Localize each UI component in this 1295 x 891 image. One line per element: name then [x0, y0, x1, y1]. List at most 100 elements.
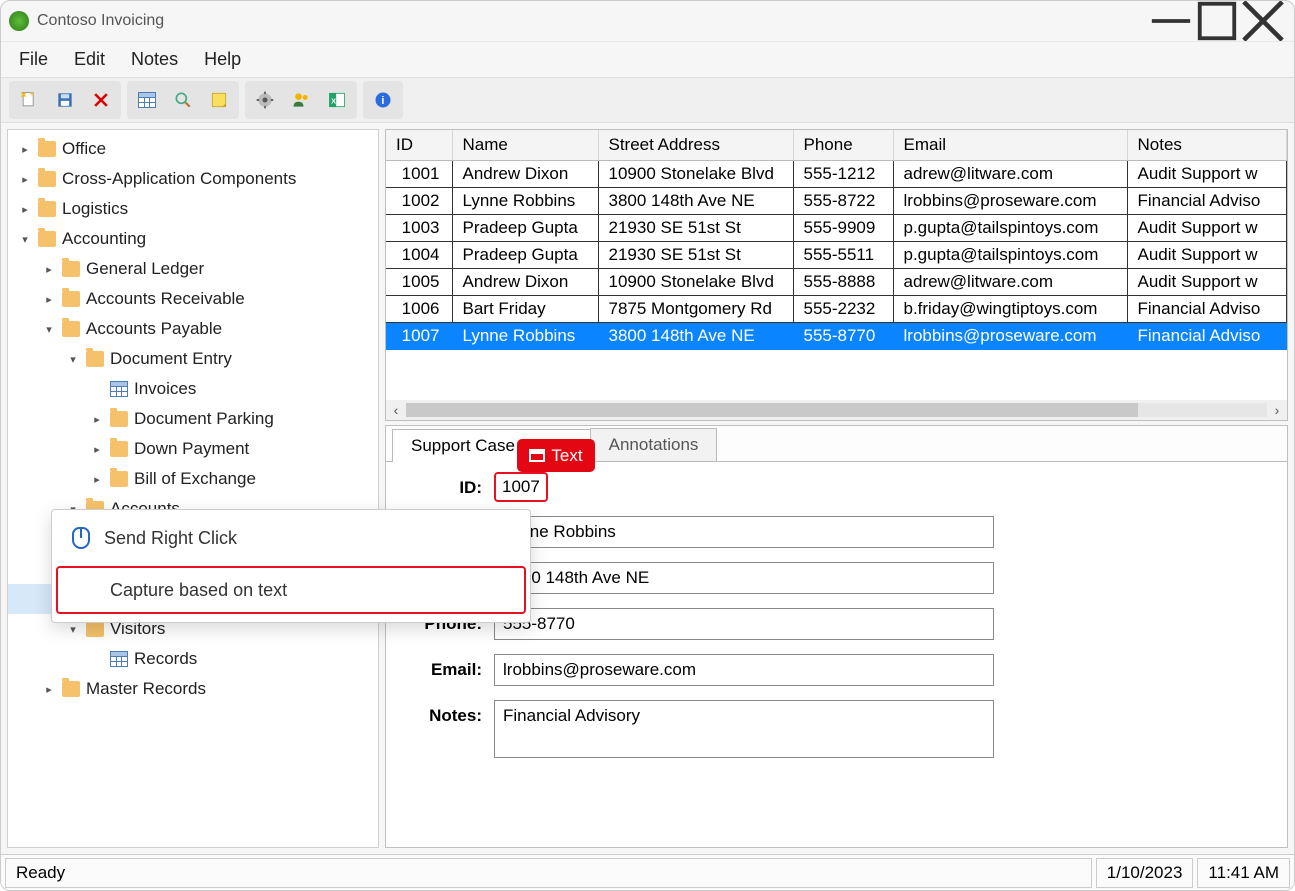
- expand-icon[interactable]: ▸: [90, 443, 104, 456]
- expand-icon[interactable]: ▸: [90, 413, 104, 426]
- tab-annotations[interactable]: Annotations: [590, 428, 718, 461]
- table-cell: Audit Support w: [1127, 269, 1287, 296]
- column-header[interactable]: ID: [386, 130, 452, 161]
- column-header[interactable]: Notes: [1127, 130, 1287, 161]
- save-button[interactable]: [47, 83, 83, 117]
- address-field[interactable]: [494, 562, 994, 594]
- tree-item-label: Records: [134, 649, 197, 669]
- tree-item[interactable]: ▸Cross-Application Components: [8, 164, 378, 194]
- menu-help[interactable]: Help: [192, 44, 253, 75]
- menu-edit[interactable]: Edit: [62, 44, 117, 75]
- tree-item[interactable]: ▾Document Entry: [8, 344, 378, 374]
- app-window: Contoso Invoicing File Edit Notes Help: [0, 0, 1295, 891]
- folder-icon: [110, 471, 128, 487]
- horizontal-scrollbar[interactable]: ‹ ›: [386, 400, 1287, 420]
- data-grid[interactable]: IDNameStreet AddressPhoneEmailNotes 1001…: [385, 129, 1288, 421]
- expand-icon[interactable]: ▸: [18, 143, 32, 156]
- folder-icon: [62, 291, 80, 307]
- tree-item[interactable]: ▸Office: [8, 134, 378, 164]
- table-row[interactable]: 1001Andrew Dixon10900 Stonelake Blvd555-…: [386, 161, 1287, 188]
- tree-item[interactable]: Invoices: [8, 374, 378, 404]
- text-capture-badge[interactable]: Text: [517, 439, 595, 472]
- table-cell: 21930 SE 51st St: [598, 215, 793, 242]
- new-button[interactable]: [11, 83, 47, 117]
- table-cell: 10900 Stonelake Blvd: [598, 269, 793, 296]
- id-field[interactable]: 1007: [494, 472, 548, 502]
- mouse-icon: [72, 527, 90, 549]
- close-button[interactable]: [1240, 5, 1286, 37]
- delete-button[interactable]: [83, 83, 119, 117]
- menu-file[interactable]: File: [7, 44, 60, 75]
- info-button[interactable]: i: [365, 83, 401, 117]
- detail-panel: Support Case Details Annotations ID: 100…: [385, 425, 1288, 848]
- folder-icon: [110, 411, 128, 427]
- expand-icon[interactable]: ▸: [42, 293, 56, 306]
- collapse-icon[interactable]: ▾: [42, 323, 56, 336]
- grid-button[interactable]: [129, 83, 165, 117]
- table-cell: Financial Adviso: [1127, 323, 1287, 350]
- expand-icon[interactable]: ▸: [42, 263, 56, 276]
- tree-item[interactable]: ▸ Document Parking: [8, 404, 378, 434]
- scroll-left-icon[interactable]: ‹: [386, 402, 406, 418]
- table-cell: 555-1212: [793, 161, 893, 188]
- ctx-send-right-click[interactable]: Send Right Click: [52, 514, 530, 562]
- column-header[interactable]: Email: [893, 130, 1127, 161]
- table-row[interactable]: 1004Pradeep Gupta21930 SE 51st St555-551…: [386, 242, 1287, 269]
- tree-item[interactable]: ▸General Ledger: [8, 254, 378, 284]
- minimize-button[interactable]: [1148, 5, 1194, 37]
- expand-icon[interactable]: ▸: [18, 203, 32, 216]
- expand-icon[interactable]: ▸: [90, 473, 104, 486]
- collapse-icon[interactable]: ▾: [66, 353, 80, 366]
- note-button[interactable]: [201, 83, 237, 117]
- settings-button[interactable]: [247, 83, 283, 117]
- column-header[interactable]: Street Address: [598, 130, 793, 161]
- tree-item[interactable]: ▾Accounting: [8, 224, 378, 254]
- table-row[interactable]: 1002Lynne Robbins3800 148th Ave NE555-87…: [386, 188, 1287, 215]
- table-cell: Bart Friday: [452, 296, 598, 323]
- expand-icon[interactable]: ▸: [42, 683, 56, 696]
- tree-item-label: Accounts Payable: [86, 319, 222, 339]
- nav-tree[interactable]: ▸Office▸Cross-Application Components▸Log…: [7, 129, 379, 848]
- table-cell: 1004: [386, 242, 452, 269]
- table-row[interactable]: 1007Lynne Robbins3800 148th Ave NE555-87…: [386, 323, 1287, 350]
- expand-icon[interactable]: ▸: [18, 173, 32, 186]
- collapse-icon[interactable]: ▾: [18, 233, 32, 246]
- tree-item[interactable]: ▸Bill of Exchange: [8, 464, 378, 494]
- folder-icon: [38, 171, 56, 187]
- tree-item-label: Invoices: [134, 379, 196, 399]
- menu-notes[interactable]: Notes: [119, 44, 190, 75]
- tree-item[interactable]: ▸Logistics: [8, 194, 378, 224]
- table-cell: adrew@litware.com: [893, 161, 1127, 188]
- folder-icon: [38, 141, 56, 157]
- excel-button[interactable]: X: [319, 83, 355, 117]
- context-menu: Send Right Click Capture based on text: [51, 509, 531, 623]
- tree-item[interactable]: ▸Down Payment: [8, 434, 378, 464]
- collapse-icon[interactable]: ▾: [66, 623, 80, 636]
- table-cell: Pradeep Gupta: [452, 242, 598, 269]
- column-header[interactable]: Name: [452, 130, 598, 161]
- folder-icon: [86, 621, 104, 637]
- name-field[interactable]: [494, 516, 994, 548]
- scroll-right-icon[interactable]: ›: [1267, 402, 1287, 418]
- maximize-button[interactable]: [1194, 5, 1240, 37]
- tree-item-label: Document Parking: [134, 409, 274, 429]
- column-header[interactable]: Phone: [793, 130, 893, 161]
- email-field[interactable]: [494, 654, 994, 686]
- ctx-capture-based-on-text[interactable]: Capture based on text: [56, 566, 526, 614]
- tree-item[interactable]: ▾ Accounts Payable: [8, 314, 378, 344]
- table-row[interactable]: 1005Andrew Dixon10900 Stonelake Blvd555-…: [386, 269, 1287, 296]
- folder-icon: [62, 681, 80, 697]
- tree-item[interactable]: Records: [8, 644, 378, 674]
- phone-field[interactable]: [494, 608, 994, 640]
- notes-label: Notes:: [396, 700, 494, 726]
- users-button[interactable]: [283, 83, 319, 117]
- table-row[interactable]: 1003Pradeep Gupta21930 SE 51st St555-990…: [386, 215, 1287, 242]
- tree-item[interactable]: ▸Accounts Receivable: [8, 284, 378, 314]
- search-button[interactable]: [165, 83, 201, 117]
- menubar: File Edit Notes Help: [1, 41, 1294, 77]
- table-cell: Andrew Dixon: [452, 161, 598, 188]
- notes-field[interactable]: [494, 700, 994, 758]
- tree-item[interactable]: ▸Master Records: [8, 674, 378, 704]
- table-row[interactable]: 1006Bart Friday7875 Montgomery Rd555-223…: [386, 296, 1287, 323]
- table-cell: 555-9909: [793, 215, 893, 242]
